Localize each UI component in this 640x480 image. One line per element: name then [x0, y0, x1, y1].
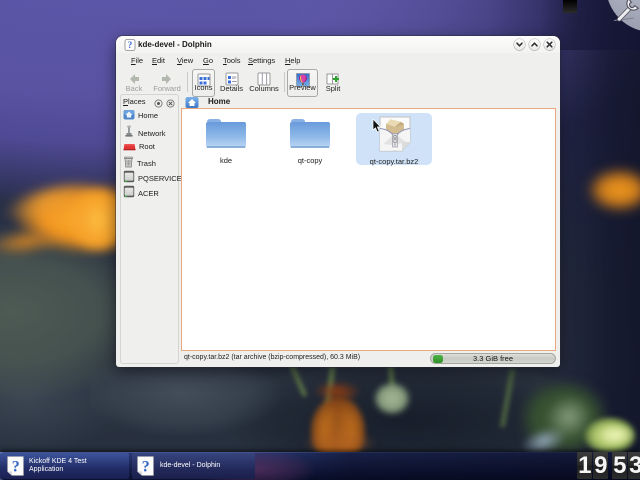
- svg-text:?: ?: [142, 459, 150, 476]
- svg-text:?: ?: [128, 40, 133, 50]
- svg-text:?: ?: [12, 459, 20, 476]
